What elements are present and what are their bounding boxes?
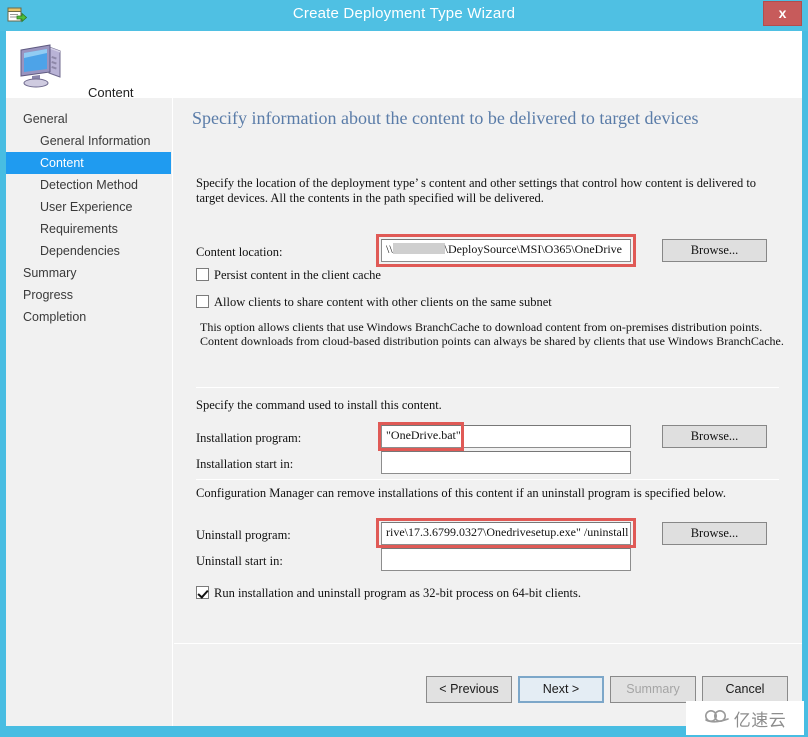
close-icon[interactable]: x [763, 1, 802, 26]
computer-monitor-icon [18, 39, 68, 89]
sidebar-item-dependencies[interactable]: Dependencies [6, 240, 172, 262]
persist-cache-label: Persist content in the client cache [214, 268, 381, 282]
share-subnet-row[interactable]: Allow clients to share content with othe… [196, 295, 552, 310]
redaction-block [392, 243, 445, 254]
installation-start-in-label: Installation start in: [196, 457, 294, 471]
browse-installation-program-button[interactable]: Browse... [662, 425, 767, 448]
content-location-prefix: \\ [386, 242, 393, 256]
installation-program-label: Installation program: [196, 431, 302, 445]
wizard-window: Create Deployment Type Wizard x Content … [0, 0, 808, 737]
browse-uninstall-program-button[interactable]: Browse... [662, 522, 767, 545]
window-title: Create Deployment Type Wizard [292, 5, 516, 22]
content-location-input[interactable]: \\ \DeploySource\MSI\O365\OneDrive [381, 239, 631, 262]
content-location-label: Content location: [196, 245, 283, 259]
sidebar-item-user-experience[interactable]: User Experience [6, 196, 172, 218]
next-button[interactable]: Next > [518, 676, 604, 703]
run-32bit-checkbox[interactable] [196, 586, 209, 599]
page-intro-text: Specify the location of the deployment t… [196, 176, 757, 205]
content-location-suffix: \DeploySource\MSI\O365\OneDrive [444, 242, 622, 256]
browse-content-location-button[interactable]: Browse... [662, 239, 767, 262]
sidebar-item-progress[interactable]: Progress [6, 284, 172, 306]
sidebar-item-general-information[interactable]: General Information [6, 130, 172, 152]
cloud-logo-icon [704, 707, 730, 730]
previous-button[interactable]: < Previous [426, 676, 512, 703]
persist-cache-checkbox[interactable] [196, 268, 209, 281]
run-32bit-label: Run installation and uninstall program a… [214, 586, 581, 600]
installation-program-input[interactable]: "OneDrive.bat" [381, 425, 631, 448]
wizard-header: Content [6, 31, 802, 100]
cancel-button[interactable]: Cancel [702, 676, 788, 703]
uninstall-start-in-input[interactable] [381, 548, 631, 571]
sidebar-item-completion[interactable]: Completion [6, 306, 172, 328]
sidebar-item-content[interactable]: Content [6, 152, 171, 174]
branchcache-help-text: This option allows clients that use Wind… [200, 320, 784, 348]
page-title: Specify information about the content to… [192, 108, 699, 128]
share-subnet-label: Allow clients to share content with othe… [214, 295, 552, 309]
divider-install [196, 387, 779, 388]
wizard-pane: Specify information about the content to… [174, 98, 802, 726]
install-section-help: Specify the command used to install this… [196, 398, 442, 412]
footer-divider [174, 643, 802, 644]
divider-uninstall [196, 479, 779, 480]
persist-cache-row[interactable]: Persist content in the client cache [196, 268, 381, 283]
sidebar-item-requirements[interactable]: Requirements [6, 218, 172, 240]
uninstall-program-label: Uninstall program: [196, 528, 291, 542]
sidebar-item-detection-method[interactable]: Detection Method [6, 174, 172, 196]
wizard-sidebar: General General Information Content Dete… [6, 98, 173, 726]
uninstall-section-help: Configuration Manager can remove install… [196, 486, 726, 500]
installation-start-in-input[interactable] [381, 451, 631, 474]
uninstall-start-in-label: Uninstall start in: [196, 554, 283, 568]
summary-button: Summary [610, 676, 696, 703]
wizard-body: General General Information Content Dete… [6, 98, 802, 726]
title-bar: Create Deployment Type Wizard x [0, 0, 808, 31]
share-subnet-checkbox[interactable] [196, 295, 209, 308]
sidebar-item-summary[interactable]: Summary [6, 262, 172, 284]
watermark: 亿速云 [686, 701, 804, 735]
uninstall-program-input[interactable]: rive\17.3.6799.0327\Onedrivesetup.exe" /… [381, 522, 631, 545]
sidebar-item-general[interactable]: General [6, 108, 172, 130]
run-32bit-row[interactable]: Run installation and uninstall program a… [196, 586, 581, 601]
watermark-text: 亿速云 [733, 710, 787, 730]
